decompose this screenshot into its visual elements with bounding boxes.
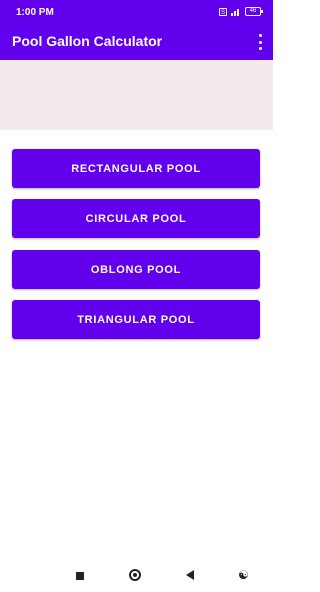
oblong-pool-button[interactable]: OBLONG POOL bbox=[12, 250, 260, 289]
app-title: Pool Gallon Calculator bbox=[12, 33, 163, 49]
circular-pool-button[interactable]: CIRCULAR POOL bbox=[12, 199, 260, 238]
accessibility-icon[interactable]: ☯ bbox=[238, 569, 249, 581]
circle-home-icon[interactable] bbox=[129, 569, 141, 581]
triangle-back-icon[interactable] bbox=[186, 570, 194, 580]
battery-icon: 46 bbox=[245, 7, 263, 16]
triangular-pool-button[interactable]: TRIANGULAR POOL bbox=[12, 300, 260, 339]
sim-icon: S bbox=[219, 7, 227, 16]
banner-area bbox=[0, 60, 273, 130]
status-time: 1:00 PM bbox=[16, 7, 54, 18]
status-icons: S 46 bbox=[219, 7, 263, 16]
status-bar: 1:00 PM S 46 bbox=[0, 0, 273, 26]
more-vert-icon[interactable] bbox=[257, 34, 263, 50]
rectangular-pool-button[interactable]: RECTANGULAR POOL bbox=[12, 149, 260, 188]
navigation-bar: ☯ bbox=[0, 560, 273, 592]
signal-icon bbox=[231, 8, 241, 16]
square-recent-icon[interactable] bbox=[76, 572, 84, 580]
app-bar: Pool Gallon Calculator bbox=[0, 26, 273, 60]
